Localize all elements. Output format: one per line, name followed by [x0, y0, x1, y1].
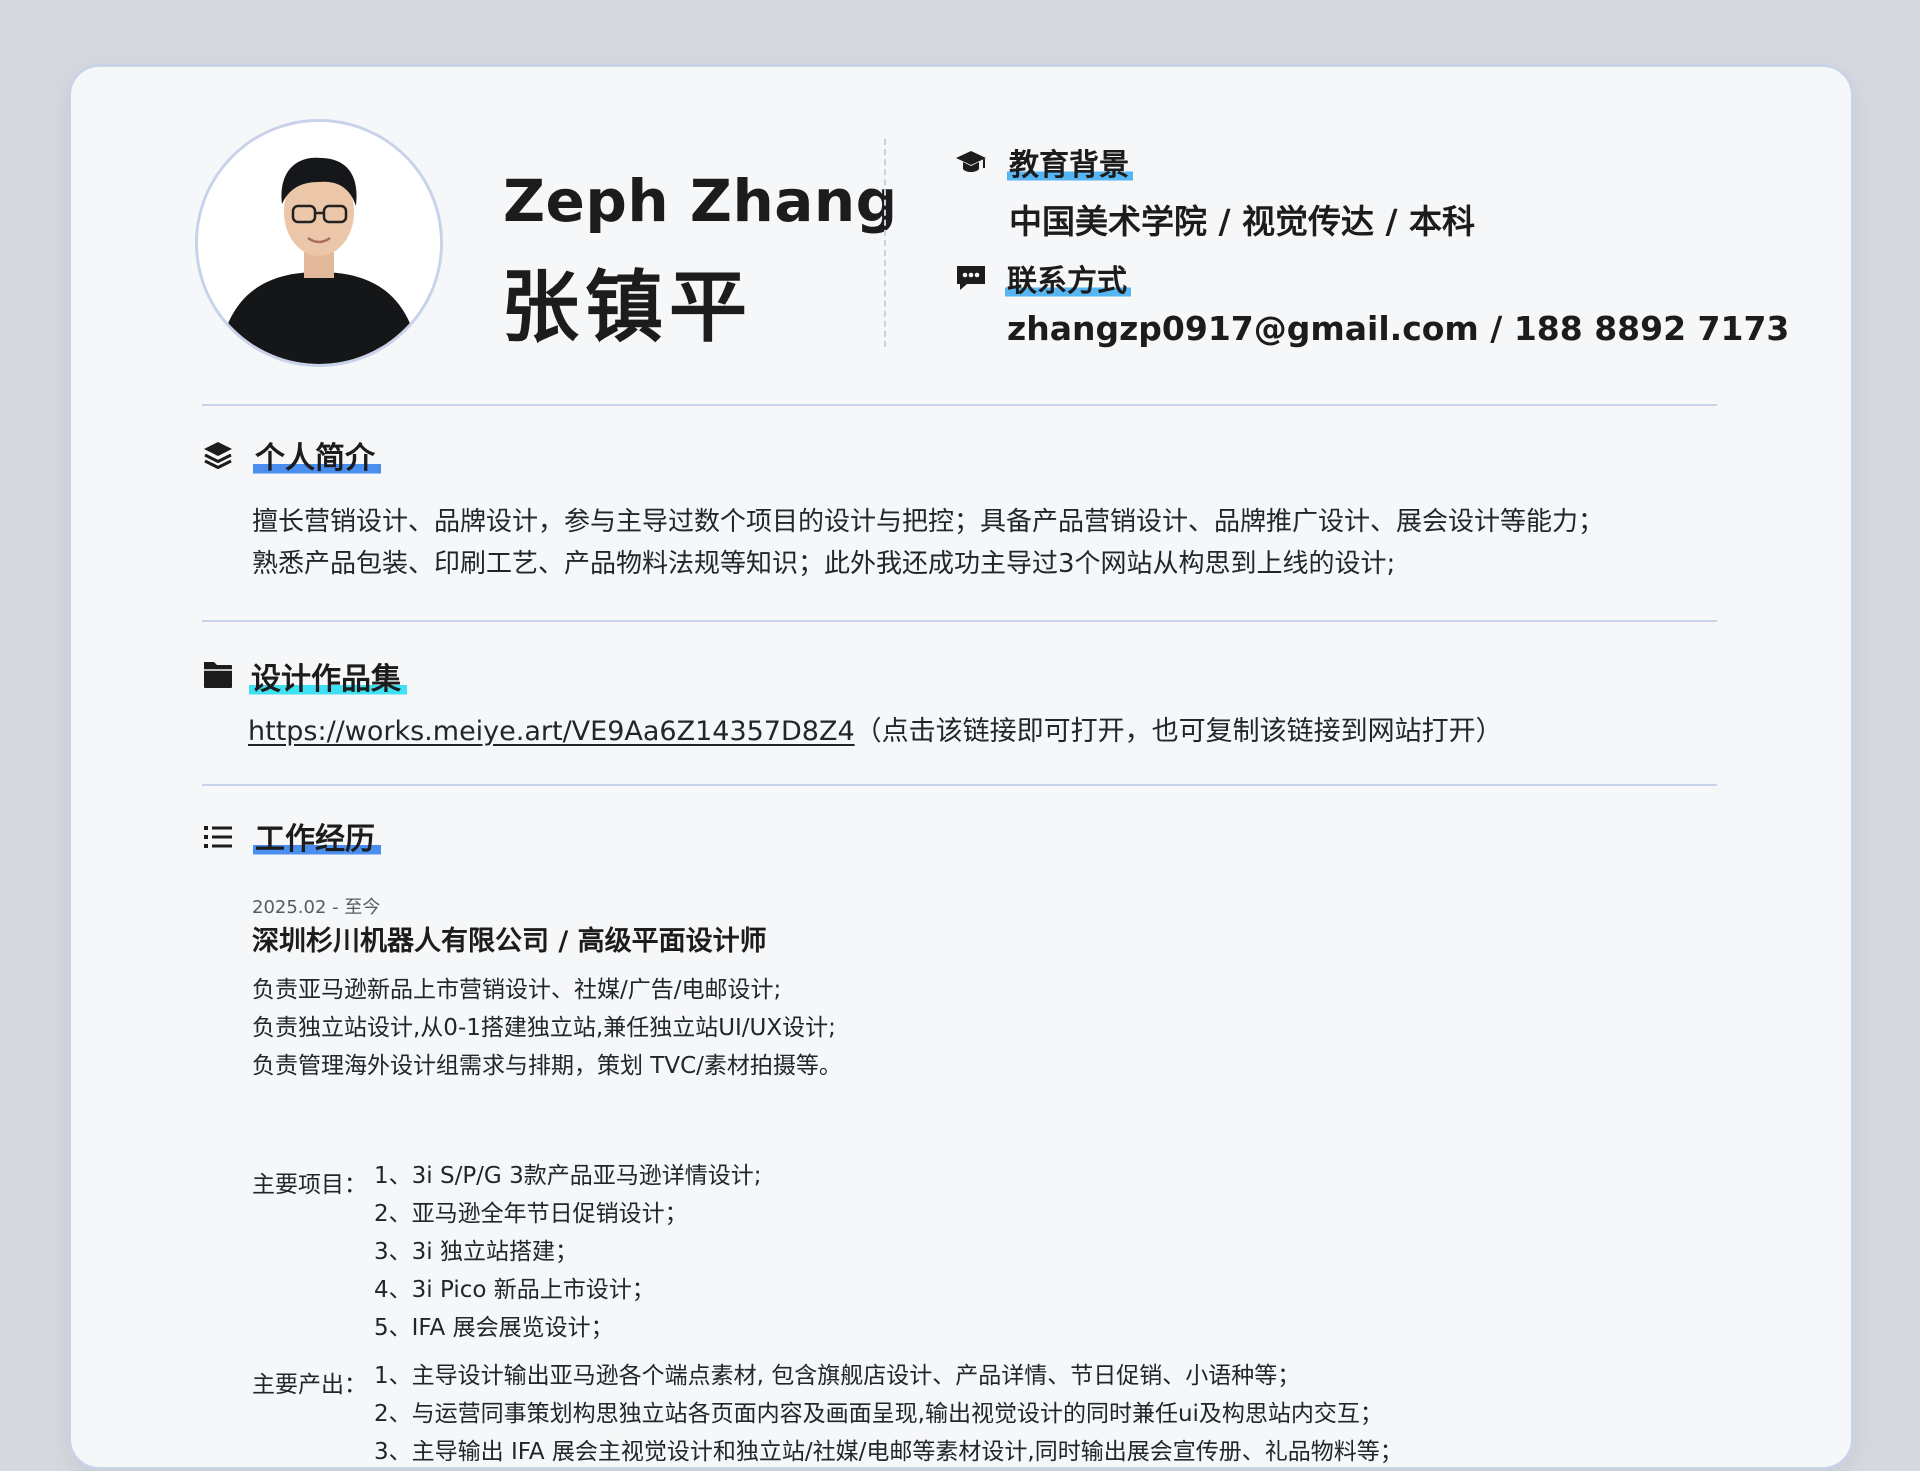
- output-item: 2、与运营同事策划构思独立站各页面内容及画面呈现,输出视觉设计的同时兼任ui及构…: [374, 1401, 1383, 1427]
- contact-value[interactable]: zhangzp0917@gmail.com / 188 8892 7173: [1007, 309, 1789, 348]
- resume-card: Zeph Zhang 张镇平 教育背景 中国美术学院 / 视觉传达 / 本科 联…: [71, 67, 1851, 1467]
- section-title-experience: 工作经历: [253, 814, 381, 858]
- project-item: 2、亚马逊全年节日促销设计；: [374, 1201, 688, 1227]
- avatar: [195, 119, 443, 367]
- education-value: 中国美术学院 / 视觉传达 / 本科: [1009, 202, 1476, 241]
- duty-line: 负责亚马逊新品上市营销设计、社媒/广告/电邮设计;: [252, 977, 782, 1003]
- portrait-image: [198, 122, 440, 364]
- profile-line: 擅长营销设计、品牌设计，参与主导过数个项目的设计与把控；具备产品营销设计、品牌推…: [252, 507, 1605, 537]
- header-divider: [884, 139, 886, 347]
- job-title: 深圳杉川机器人有限公司 / 高级平面设计师: [252, 926, 767, 957]
- section-title-profile: 个人简介: [253, 433, 381, 477]
- list-icon: [204, 826, 232, 848]
- layers-icon: [204, 442, 232, 469]
- project-item: 5、IFA 展会展览设计；: [374, 1315, 614, 1341]
- output-item: 3、主导输出 IFA 展会主视觉设计和独立站/社媒/电邮等素材设计,同时输出展会…: [374, 1439, 1403, 1465]
- folder-icon: [204, 662, 232, 688]
- section-title-portfolio: 设计作品集: [249, 654, 407, 698]
- education-label: 教育背景: [1007, 140, 1133, 184]
- projects-label: 主要项目：: [252, 1172, 367, 1198]
- duty-line: 负责管理海外设计组需求与排期，策划 TVC/素材拍摄等。: [252, 1053, 842, 1079]
- name-chinese: 张镇平: [501, 263, 754, 353]
- project-item: 3、3i 独立站搭建；: [374, 1239, 578, 1265]
- divider: [202, 784, 1717, 786]
- portfolio-link-row: https://works.meiye.art/VE9Aa6Z14357D8Z4…: [248, 709, 1503, 748]
- graduation-cap-icon: [956, 151, 986, 172]
- contact-label: 联系方式: [1005, 256, 1131, 300]
- job-date: 2025.02 - 至今: [252, 897, 381, 918]
- job-duties: 负责亚马逊新品上市营销设计、社媒/广告/电邮设计; 负责独立站设计,从0-1搭建…: [252, 971, 842, 1085]
- output-item: 1、主导设计输出亚马逊各个端点素材, 包含旗舰店设计、产品详情、节日促销、小语种…: [374, 1363, 1301, 1389]
- project-item: 1、3i S/P/G 3款产品亚马逊详情设计;: [374, 1163, 762, 1189]
- profile-line: 熟悉产品包装、印刷工艺、产品物料法规等知识；此外我还成功主导过3个网站从构思到上…: [252, 549, 1396, 579]
- portfolio-link[interactable]: https://works.meiye.art/VE9Aa6Z14357D8Z4: [248, 716, 855, 747]
- chat-icon: [957, 266, 985, 290]
- portfolio-note: （点击该链接即可打开，也可复制该链接到网站打开）: [854, 716, 1503, 747]
- project-item: 4、3i Pico 新品上市设计；: [374, 1277, 655, 1303]
- divider: [202, 620, 1717, 622]
- duty-line: 负责独立站设计,从0-1搭建独立站,兼任独立站UI/UX设计;: [252, 1015, 836, 1041]
- outputs-label: 主要产出：: [252, 1372, 367, 1398]
- outputs-list: 1、主导设计输出亚马逊各个端点素材, 包含旗舰店设计、产品详情、节日促销、小语种…: [374, 1357, 1403, 1471]
- name-english: Zeph Zhang: [503, 167, 898, 235]
- divider: [202, 404, 1717, 406]
- projects-list: 1、3i S/P/G 3款产品亚马逊详情设计; 2、亚马逊全年节日促销设计； 3…: [374, 1157, 761, 1347]
